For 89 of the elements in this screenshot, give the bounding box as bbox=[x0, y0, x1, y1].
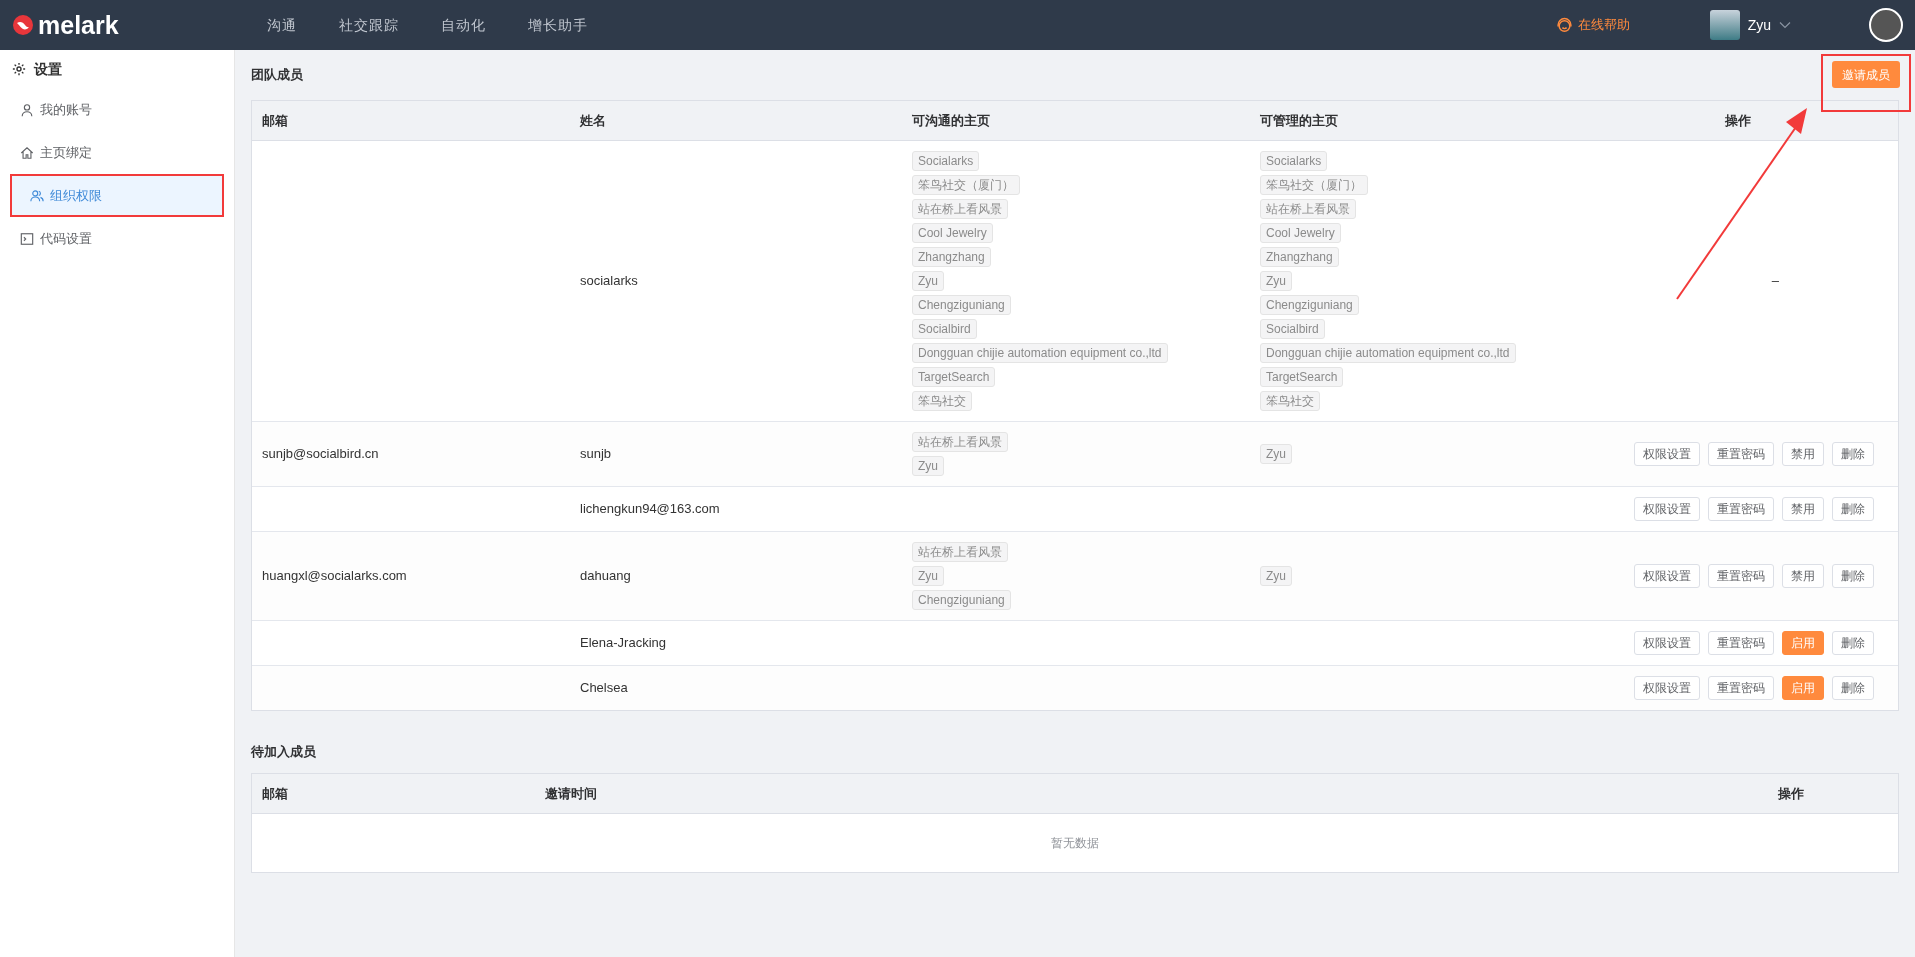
action-button[interactable]: 权限设置 bbox=[1634, 676, 1700, 700]
column-header: 可沟通的主页 bbox=[912, 112, 990, 128]
action-button[interactable]: 删除 bbox=[1832, 631, 1874, 655]
action-button[interactable]: 删除 bbox=[1832, 442, 1874, 466]
action-button[interactable]: 删除 bbox=[1832, 564, 1874, 588]
sidebar-title: 设置 bbox=[34, 59, 62, 79]
page-tag: 笨鸟社交（厦门） bbox=[1260, 175, 1368, 195]
page-tag: Zyu bbox=[912, 271, 944, 291]
page-tag: TargetSearch bbox=[912, 367, 996, 387]
name-cell: Elena-Jracking bbox=[580, 635, 666, 651]
page-tag: Dongguan chijie automation equipment co.,ltd bbox=[1260, 343, 1516, 363]
page-tag: Zyu bbox=[912, 456, 944, 476]
chevron-down-icon[interactable] bbox=[1779, 21, 1791, 29]
action-button[interactable]: 权限设置 bbox=[1634, 631, 1700, 655]
page-tag: Zyu bbox=[1260, 271, 1292, 291]
page-tag: Zyu bbox=[1260, 566, 1292, 586]
page-tag: Socialbird bbox=[1260, 319, 1325, 339]
avatar[interactable] bbox=[1869, 8, 1903, 42]
column-header: 姓名 bbox=[580, 112, 606, 128]
user-icon bbox=[20, 102, 34, 117]
page-tag: 笨鸟社交 bbox=[1260, 391, 1320, 411]
page-tag: Chengziguniang bbox=[912, 295, 1011, 315]
section-title: 团队成员 bbox=[251, 66, 303, 85]
nav-link[interactable]: 社交跟踪 bbox=[339, 14, 399, 36]
column-header: 操作 bbox=[1778, 785, 1804, 801]
action-button[interactable]: 重置密码 bbox=[1708, 564, 1774, 588]
name-cell: Chelsea bbox=[580, 680, 628, 696]
page-tag: 站在桥上看风景 bbox=[1260, 199, 1356, 219]
action-button[interactable]: 重置密码 bbox=[1708, 497, 1774, 521]
action-button[interactable]: 重置密码 bbox=[1708, 631, 1774, 655]
page-tag: Cool Jewelry bbox=[1260, 223, 1341, 243]
page-tag: Socialarks bbox=[912, 151, 980, 171]
page-tag: Dongguan chijie automation equipment co.,ltd bbox=[912, 343, 1168, 363]
section-title: 待加入成员 bbox=[251, 742, 316, 761]
page-tag: 站在桥上看风景 bbox=[912, 542, 1008, 562]
nav-link[interactable]: 沟通 bbox=[267, 14, 297, 36]
column-header: 邀请时间 bbox=[545, 785, 597, 801]
page-tag: 站在桥上看风景 bbox=[912, 432, 1008, 452]
sidebar-item[interactable]: 主页绑定 bbox=[0, 131, 234, 174]
page-tag: Chengziguniang bbox=[1260, 295, 1359, 315]
page-tag: Zyu bbox=[1260, 444, 1292, 464]
action-button[interactable]: 禁用 bbox=[1782, 497, 1824, 521]
name-cell: sunjb bbox=[580, 446, 612, 462]
action-button[interactable]: 删除 bbox=[1832, 497, 1874, 521]
action-button[interactable]: 重置密码 bbox=[1708, 676, 1774, 700]
name-cell: socialarks bbox=[580, 273, 638, 289]
action-button[interactable]: 权限设置 bbox=[1634, 564, 1700, 588]
action-button[interactable]: 重置密码 bbox=[1708, 442, 1774, 466]
action-button[interactable]: 权限设置 bbox=[1634, 497, 1700, 521]
name-cell: dahuang bbox=[580, 568, 631, 584]
page-tag: Socialarks bbox=[1260, 151, 1328, 171]
page-tag: Zyu bbox=[912, 566, 944, 586]
bird-logo-icon bbox=[12, 14, 34, 36]
column-header: 邮箱 bbox=[262, 785, 288, 801]
page-tag: 站在桥上看风景 bbox=[912, 199, 1008, 219]
email-cell: sunjb@socialbird.cn bbox=[262, 446, 379, 462]
page-tag: Socialbird bbox=[912, 319, 977, 339]
page-tag: 笨鸟社交（厦门） bbox=[912, 175, 1020, 195]
page-tag: TargetSearch bbox=[1260, 367, 1344, 387]
page-tag: Chengziguniang bbox=[912, 590, 1011, 610]
column-header: 邮箱 bbox=[262, 112, 288, 128]
page-photo-placeholder bbox=[1709, 10, 1740, 40]
nav-link[interactable]: 增长助手 bbox=[528, 14, 588, 36]
page-tag: Cool Jewelry bbox=[912, 223, 993, 243]
settings-icon bbox=[12, 62, 26, 76]
action-button[interactable]: 权限设置 bbox=[1634, 442, 1700, 466]
action-button[interactable]: 删除 bbox=[1832, 676, 1874, 700]
account-name[interactable]: Zyu bbox=[1747, 14, 1771, 36]
headset-icon bbox=[1555, 16, 1573, 34]
column-header: 操作 bbox=[1725, 112, 1751, 128]
name-cell: lichengkun94@163.com bbox=[580, 501, 720, 517]
sidebar-item[interactable]: 组织权限 bbox=[10, 174, 224, 217]
sidebar-item[interactable]: 我的账号 bbox=[0, 88, 234, 131]
email-cell: huangxl@socialarks.com bbox=[262, 568, 407, 584]
empty-message: 暂无数据 bbox=[1051, 835, 1099, 852]
logo-text: melark bbox=[38, 12, 119, 38]
action-button[interactable]: 禁用 bbox=[1782, 564, 1824, 588]
home-icon bbox=[20, 145, 34, 160]
users-icon bbox=[30, 188, 44, 203]
sidebar-item[interactable]: 代码设置 bbox=[0, 217, 234, 260]
action-button[interactable]: 禁用 bbox=[1782, 442, 1824, 466]
page-tag: Zhangzhang bbox=[1260, 247, 1339, 267]
help-link[interactable]: 在线帮助 bbox=[1555, 15, 1630, 35]
nav-link[interactable]: 自动化 bbox=[441, 14, 486, 36]
page-tag: Zhangzhang bbox=[912, 247, 991, 267]
column-header: 可管理的主页 bbox=[1260, 112, 1338, 128]
terminal-icon bbox=[20, 231, 34, 246]
page-tag: 笨鸟社交 bbox=[912, 391, 972, 411]
empty-dash: – bbox=[1771, 272, 1779, 291]
